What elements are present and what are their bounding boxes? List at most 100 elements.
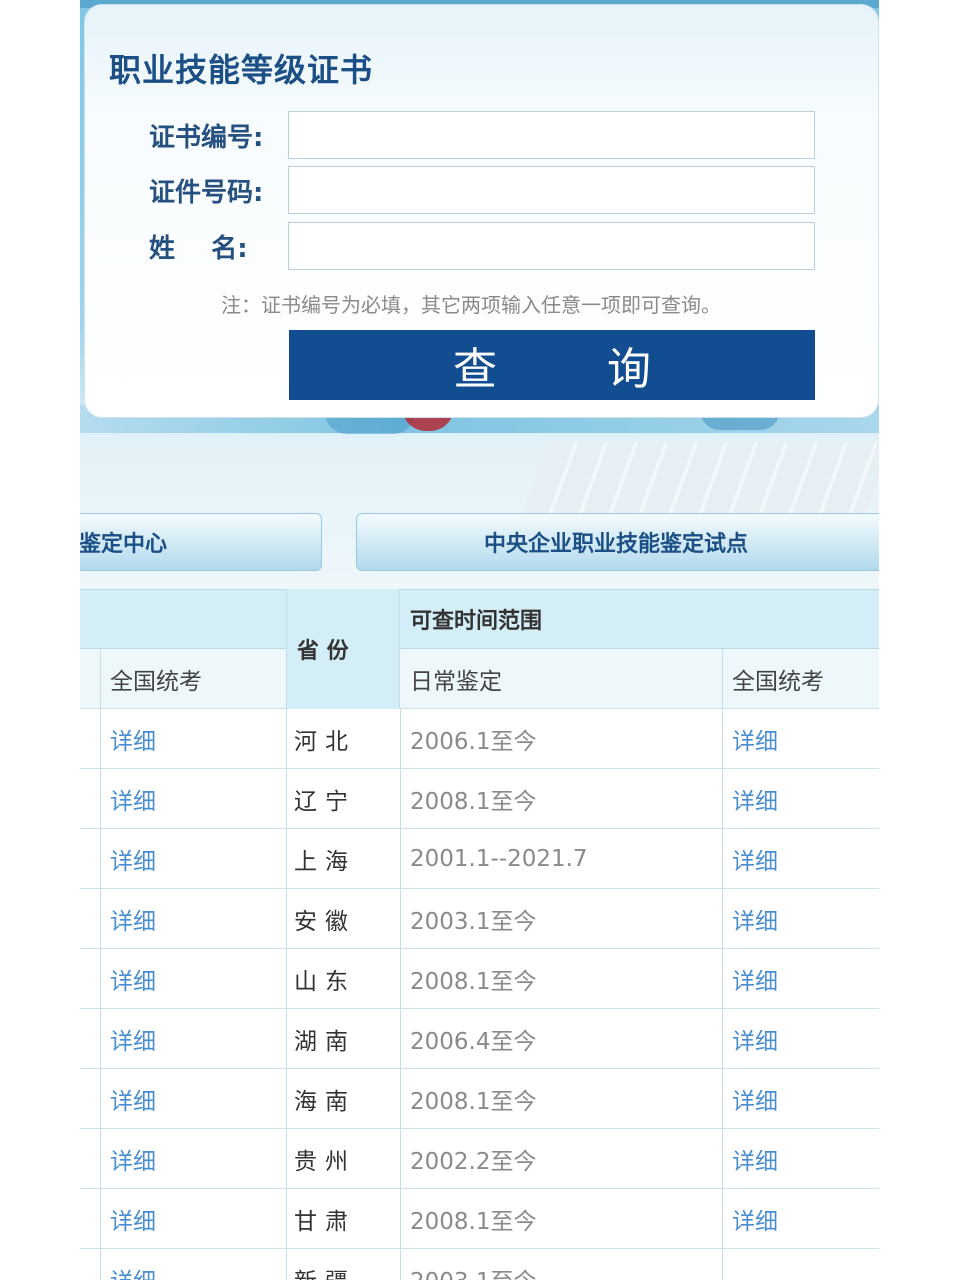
divider [100,769,101,829]
province-name-cell: 贵州 [294,1129,356,1188]
national-detail-link[interactable]: 详细 [732,962,778,996]
divider [286,769,287,829]
daily-range: 2008.1至今 [410,1088,537,1115]
divider [400,829,401,889]
national-detail-link-cell: 详细 [732,1129,778,1188]
left-detail-link[interactable]: 详细 [110,962,156,996]
table-row: 详细 甘肃 2008.1至今 详细 [80,1189,879,1249]
province-name: 贵州 [294,1148,356,1175]
id-number-input[interactable] [288,166,815,214]
left-detail-link[interactable]: 详细 [110,722,156,756]
query-button[interactable]: 查 询 [289,330,815,400]
national-exam-header: 全国统考 [732,668,824,695]
left-detail-link[interactable]: 详细 [110,1262,156,1280]
daily-range-cell: 2002.2至今 [410,1129,536,1188]
left-detail-link-cell: 详细 [110,1189,156,1248]
daily-range-cell: 2003.1至今 [410,889,536,948]
province-name-cell: 新疆 [294,1249,356,1280]
daily-range: 2003.1至今 [410,908,537,935]
time-range-header: 可查时间范围 [410,609,543,634]
table-row: 详细 上海 2001.1--2021.7 详细 [80,829,879,889]
divider [286,709,287,769]
divider [100,1249,101,1280]
divider [286,829,287,889]
left-detail-link[interactable]: 详细 [110,842,156,876]
divider [722,1189,723,1249]
left-detail-link[interactable]: 详细 [110,902,156,936]
national-detail-link[interactable]: 详细 [732,1022,778,1056]
national-detail-link[interactable]: 详细 [732,722,778,756]
divider [722,649,723,709]
national-detail-link-cell: 详细 [732,1009,778,1068]
name-input[interactable] [288,222,815,270]
left-detail-link-cell: 详细 [110,709,156,768]
national-detail-link[interactable]: 详细 [732,1142,778,1176]
left-national-exam-header: 全国统考 [110,668,202,695]
province-name-cell: 河北 [294,709,356,768]
daily-range: 2008.1至今 [410,1208,537,1235]
daily-range: 2006.1至今 [410,728,537,755]
national-detail-link-cell: 详细 [732,769,778,828]
id-number-label: 证件号码: [149,178,264,208]
left-detail-link[interactable]: 详细 [110,1082,156,1116]
table-row: 详细 安徽 2003.1至今 详细 [80,889,879,949]
table-subheader-row: 全国统考 日常鉴定 全国统考 [80,649,879,709]
daily-range-cell: 2008.1至今 [410,949,536,1008]
province-name-cell: 安徽 [294,889,356,948]
card-title: 职业技能等级证书 [109,51,374,89]
daily-range: 2008.1至今 [410,788,537,815]
province-name-cell: 辽宁 [294,769,356,828]
divider [400,1069,401,1129]
certificate-query-card: 职业技能等级证书 证书编号: 证件号码: 姓 名: 注：证书编号为必填，其它两项… [84,4,879,418]
left-detail-link[interactable]: 详细 [110,782,156,816]
tab-label: 鉴定中心 [80,532,168,557]
left-detail-link[interactable]: 详细 [110,1202,156,1236]
divider [100,649,101,709]
national-detail-link[interactable]: 详细 [732,782,778,816]
daily-range-cell: 2001.1--2021.7 [410,829,588,888]
table-row: 详细 河北 2006.1至今 详细 [80,709,879,769]
table-row: 详细 海南 2008.1至今 详细 [80,1069,879,1129]
form-note: 注：证书编号为必填，其它两项输入任意一项即可查询。 [221,293,721,317]
left-detail-link[interactable]: 详细 [110,1142,156,1176]
national-detail-link[interactable]: 详细 [732,1082,778,1116]
daily-range: 2008.1至今 [410,968,537,995]
province-name: 海南 [294,1088,356,1115]
divider [722,1249,723,1280]
province-name: 河北 [294,728,356,755]
divider [286,889,287,949]
divider [100,1129,101,1189]
province-name-cell: 湖南 [294,1009,356,1068]
divider [100,949,101,1009]
province-name: 甘肃 [294,1208,356,1235]
divider [722,829,723,889]
divider [400,1249,401,1280]
daily-range-cell: 2006.4至今 [410,1009,536,1068]
keyboard-image [521,442,879,516]
divider [286,1249,287,1280]
certificate-number-label: 证书编号: [149,123,264,153]
page-content: 职业技能等级证书 证书编号: 证件号码: 姓 名: 注：证书编号为必填，其它两项… [80,0,879,1280]
daily-range: 2001.1--2021.7 [410,845,588,872]
divider [286,1009,287,1069]
divider [722,709,723,769]
national-detail-link-cell: 详细 [732,709,778,768]
national-detail-link[interactable]: 详细 [732,902,778,936]
tab-appraisal-center[interactable]: 鉴定中心 [80,513,322,571]
national-detail-link[interactable]: 详细 [732,1202,778,1236]
national-detail-link-cell: 详细 [732,829,778,888]
certificate-number-input[interactable] [288,111,815,159]
divider [100,1069,101,1129]
divider [286,1129,287,1189]
left-detail-link-cell: 详细 [110,1009,156,1068]
tab-central-enterprise-pilot[interactable]: 中央企业职业技能鉴定试点 [356,513,879,571]
province-header: 省 份 [286,589,400,709]
left-detail-link[interactable]: 详细 [110,1022,156,1056]
divider [100,709,101,769]
daily-range: 2002.2至今 [410,1148,537,1175]
divider [286,1189,287,1249]
daily-range-cell: 2008.1至今 [410,1189,536,1248]
left-detail-link-cell: 详细 [110,949,156,1008]
national-detail-link[interactable]: 详细 [732,842,778,876]
daily-appraisal-header: 日常鉴定 [410,668,502,695]
